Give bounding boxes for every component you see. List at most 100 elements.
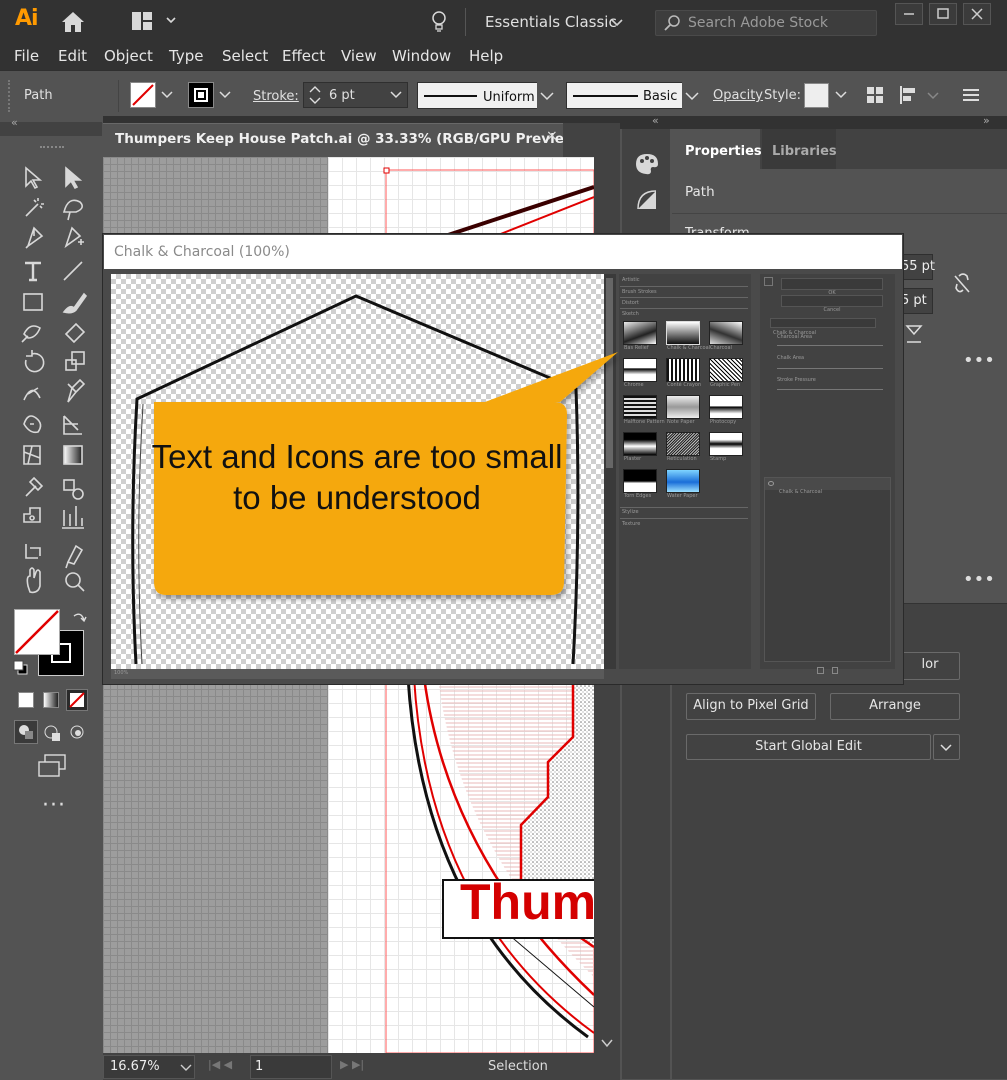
zoom-value[interactable]: 16.67%	[110, 1059, 160, 1074]
profile-dropdown[interactable]	[537, 82, 557, 109]
graphic-style-swatch[interactable]	[804, 83, 829, 108]
filter-thumb-chalk-charcoal[interactable]	[666, 321, 700, 345]
menu-edit[interactable]: Edit	[58, 47, 87, 65]
fill-color-box[interactable]	[14, 609, 60, 655]
tab-libraries-label[interactable]: Libraries	[772, 144, 837, 159]
more-options-icon[interactable]: •••	[963, 569, 995, 590]
stroke-swatch[interactable]	[188, 82, 214, 108]
gallery-folder-artistic[interactable]: Artistic	[622, 277, 640, 283]
more-options-icon[interactable]: •••	[963, 350, 995, 371]
stroke-pressure-slider[interactable]	[777, 389, 883, 390]
minimize-button[interactable]	[895, 3, 923, 25]
chevron-down-icon[interactable]	[834, 88, 848, 102]
document-tab-title[interactable]: Thumpers Keep House Patch.ai @ 33.33% (R…	[115, 131, 579, 147]
brush-dropdown[interactable]	[682, 82, 702, 109]
global-edit-options-button[interactable]	[933, 734, 960, 760]
new-effect-layer-icon[interactable]	[817, 667, 824, 674]
eye-icon[interactable]	[768, 481, 774, 486]
chevron-down-icon[interactable]	[389, 88, 403, 102]
color-mode-button[interactable]	[18, 692, 34, 708]
control-grip[interactable]	[8, 80, 12, 112]
menu-file[interactable]: File	[14, 47, 39, 65]
align-to-pixel-grid-button[interactable]: Align to Pixel Grid	[686, 693, 816, 720]
filter-thumb-photocopy[interactable]	[709, 395, 743, 419]
collapse-icon[interactable]: «	[11, 116, 18, 129]
constrain-proportions-icon[interactable]	[951, 272, 973, 296]
close-window-button[interactable]	[963, 3, 991, 25]
toolbar-grip[interactable]	[40, 146, 64, 150]
filter-thumb-stamp[interactable]	[709, 432, 743, 456]
workspace-switcher[interactable]: Essentials Classic	[485, 13, 617, 31]
panel-menu-icon[interactable]	[962, 86, 980, 104]
stroke-weight-value[interactable]: 6 pt	[329, 88, 355, 103]
preview-zoom[interactable]: 100%	[114, 670, 128, 676]
menu-object[interactable]: Object	[104, 47, 153, 65]
preview-footer	[111, 669, 604, 679]
opacity-label[interactable]: Opacity	[713, 88, 763, 103]
next-artboard-icon[interactable]: ▶ ▶|	[340, 1058, 364, 1071]
menu-view[interactable]: View	[341, 47, 377, 65]
divider	[118, 80, 119, 112]
charcoal-area-slider[interactable]	[777, 345, 883, 346]
effect-layer-row[interactable]: Chalk & Charcoal	[765, 478, 890, 495]
width-value[interactable]: 55 pt	[901, 259, 935, 274]
chevron-down-icon[interactable]	[926, 89, 940, 103]
draw-inside-icon[interactable]	[68, 723, 88, 743]
height-value[interactable]: 5 pt	[901, 293, 927, 308]
align-bottom-icon[interactable]	[905, 324, 923, 344]
menu-help[interactable]: Help	[469, 47, 503, 65]
collapse-gallery-icon[interactable]	[764, 277, 773, 286]
expand-icon[interactable]: »	[983, 114, 990, 127]
stepper-icon[interactable]	[306, 83, 324, 107]
chevron-down-icon[interactable]	[218, 88, 232, 102]
chevron-down-icon[interactable]	[611, 12, 623, 32]
change-screen-mode-icon[interactable]	[37, 753, 69, 779]
color-guide-icon[interactable]	[636, 189, 658, 211]
arrange-documents-icon[interactable]	[130, 10, 176, 32]
recolor-button-label: lor	[921, 657, 939, 672]
gradient-mode-button[interactable]	[43, 692, 59, 708]
delete-effect-layer-icon[interactable]	[832, 667, 838, 674]
draw-behind-icon[interactable]	[42, 723, 64, 743]
align-icon[interactable]	[898, 85, 920, 105]
menu-type[interactable]: Type	[169, 47, 203, 65]
filter-thumb-charcoal[interactable]	[709, 321, 743, 345]
first-artboard-icon[interactable]: |◀ ◀	[208, 1058, 232, 1071]
gallery-folder-brush-strokes[interactable]: Brush Strokes	[622, 289, 657, 295]
stroke-label[interactable]: Stroke:	[253, 89, 299, 104]
lightbulb-icon[interactable]	[430, 10, 448, 34]
swap-fill-stroke-icon[interactable]	[71, 610, 87, 626]
draw-normal-button[interactable]	[14, 720, 38, 744]
tab-properties-label[interactable]: Properties	[685, 144, 762, 159]
filter-thumb-water-paper[interactable]	[666, 469, 700, 493]
gallery-folder-sketch[interactable]: Sketch	[622, 311, 639, 317]
home-icon[interactable]	[60, 10, 86, 34]
default-colors-icon[interactable]	[13, 660, 29, 676]
collapse-icon[interactable]: «	[652, 114, 659, 127]
filter-thumb-conte-crayon[interactable]	[666, 358, 700, 382]
menu-select[interactable]: Select	[222, 47, 268, 65]
color-palette-icon[interactable]	[634, 152, 660, 176]
filter-thumb-note-paper[interactable]	[666, 395, 700, 419]
close-document-button[interactable]: ×	[546, 128, 558, 144]
fill-swatch[interactable]	[130, 82, 156, 108]
maximize-button[interactable]	[929, 3, 957, 25]
gallery-folder-distort[interactable]: Distort	[622, 300, 639, 306]
menu-effect[interactable]: Effect	[282, 47, 325, 65]
ok-button[interactable]: OK	[781, 278, 883, 296]
chalk-area-slider[interactable]	[777, 368, 883, 369]
menu-window[interactable]: Window	[392, 47, 451, 65]
start-global-edit-button[interactable]: Start Global Edit	[686, 734, 931, 760]
scroll-down-icon[interactable]	[600, 1037, 614, 1049]
chevron-down-icon[interactable]	[160, 88, 174, 102]
arrange-button[interactable]: Arrange	[830, 693, 960, 720]
chevron-down-icon[interactable]	[180, 1063, 192, 1073]
filter-select[interactable]: Chalk & Charcoal	[770, 318, 876, 336]
more-tools-icon[interactable]: ···	[42, 793, 66, 818]
recolor-grid-icon[interactable]	[866, 86, 884, 104]
none-mode-button[interactable]	[66, 689, 88, 711]
filter-thumb-graphic-pen[interactable]	[709, 358, 743, 382]
cancel-button[interactable]: Cancel	[781, 295, 883, 313]
filter-thumb-reticulation[interactable]	[666, 432, 700, 456]
artboard-number[interactable]: 1	[255, 1059, 263, 1074]
